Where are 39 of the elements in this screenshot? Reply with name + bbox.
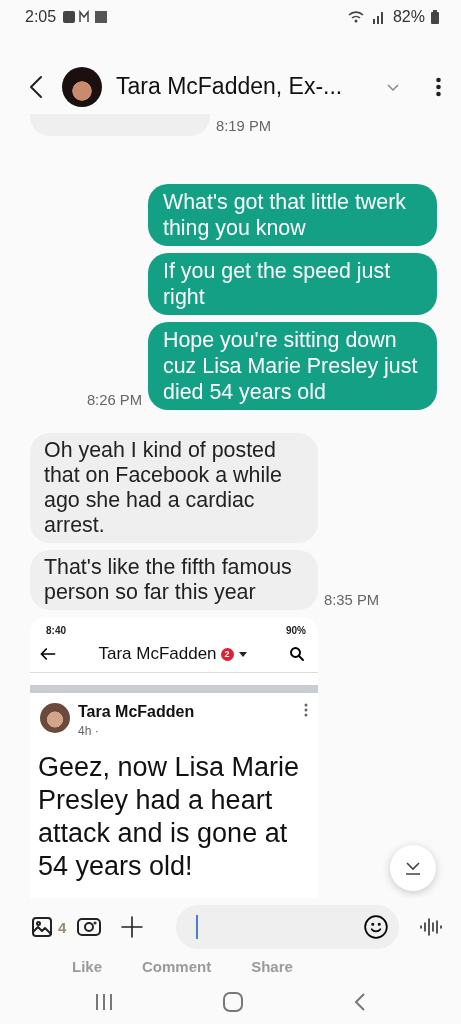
post-action: Like bbox=[72, 957, 102, 975]
message-time: 8:35 PM bbox=[324, 592, 380, 608]
post-action: Comment bbox=[142, 957, 212, 975]
status-time: 2:05 bbox=[25, 8, 57, 26]
caret-icon bbox=[237, 649, 248, 659]
post-age: 4h · bbox=[78, 724, 99, 738]
message-field[interactable] bbox=[176, 905, 399, 950]
scroll-down-icon bbox=[403, 860, 423, 876]
more-icon bbox=[304, 703, 308, 717]
battery-icon bbox=[431, 10, 439, 24]
recent-apps-icon bbox=[94, 992, 115, 1011]
post-author: Tara McFadden bbox=[78, 703, 196, 721]
scroll-down-button[interactable] bbox=[390, 845, 436, 891]
message-time: 8:19 PM bbox=[216, 118, 272, 134]
home-icon bbox=[222, 990, 245, 1013]
search-icon bbox=[288, 645, 306, 663]
post-action: Share bbox=[251, 957, 293, 975]
back-icon bbox=[28, 74, 44, 99]
message-bubble: If you get the speed just right bbox=[148, 253, 437, 315]
back-icon bbox=[352, 991, 367, 1012]
notification-badge: 2 bbox=[220, 647, 234, 661]
more-icon bbox=[436, 76, 441, 97]
conversation-title[interactable]: Tara McFadden, Ex-... bbox=[116, 73, 368, 100]
screenshot-image[interactable]: 8:40 90% Tara McFadden 2 Tara McFadden 4h · Geez, now Lisa Marie Presley had a heart attack and is gone at 54 years old! bbox=[30, 617, 318, 899]
post-text: Geez, now Lisa Marie Presley had a heart attack and is gone at 54 years old! bbox=[37, 751, 301, 883]
embedded-profile-title: Tara McFadden bbox=[98, 644, 217, 664]
chevron-down-icon bbox=[386, 81, 400, 92]
reaction-count: 4 bbox=[58, 918, 67, 936]
message-bubble: Hope you're sitting down cuz Lisa Marie Presley just died 54 years old bbox=[148, 322, 437, 410]
embedded-battery-level: 90% bbox=[286, 625, 306, 636]
message-time: 8:26 PM bbox=[86, 392, 142, 408]
message-bubble: Oh yeah I kind of posted that on Facebook a while ago she had a cardiac arrest. bbox=[30, 433, 318, 543]
emoji-icon[interactable] bbox=[363, 914, 389, 941]
message-bubble: That's like the fifth famous person so far this year bbox=[30, 550, 318, 610]
embedded-status-time: 8:40 bbox=[46, 625, 66, 636]
message-bubble: What's got that little twerk thing you know bbox=[148, 184, 437, 246]
avatar bbox=[40, 703, 70, 733]
battery-percent: 82% bbox=[392, 8, 425, 26]
contact-avatar[interactable] bbox=[62, 66, 102, 107]
